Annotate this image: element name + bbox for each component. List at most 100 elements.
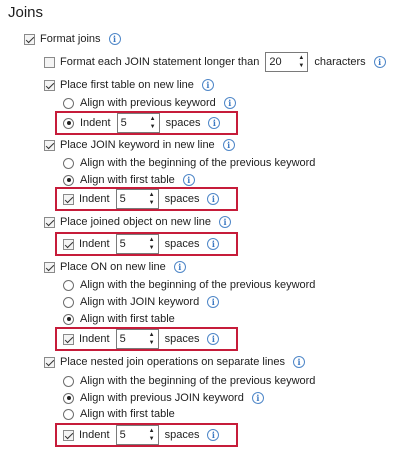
indent-unit: spaces [164, 238, 200, 250]
indent-checkbox[interactable] [63, 238, 74, 250]
joined-object-option[interactable]: Place joined object on new line i [44, 214, 232, 230]
spin-down-icon[interactable]: ▼ [149, 199, 155, 207]
indent-spinner[interactable]: 5 ▲ ▼ [116, 113, 160, 133]
indent-spinner[interactable]: 5 ▲ ▼ [115, 189, 159, 209]
spin-up-icon[interactable]: ▲ [149, 427, 155, 435]
indent-spinner[interactable]: 5 ▲ ▼ [115, 234, 159, 254]
align-previous-join-radio[interactable] [63, 392, 74, 404]
on-newline-option[interactable]: Place ON on new line i [44, 259, 186, 275]
spin-down-icon[interactable]: ▼ [298, 62, 304, 70]
indent-unit: spaces [164, 333, 200, 345]
align-beginning-label: Align with the beginning of the previous… [80, 279, 316, 291]
align-beginning-radio[interactable] [63, 279, 74, 291]
nested-align-previous-join[interactable]: Align with previous JOIN keyword i [63, 390, 264, 406]
joined-object-checkbox[interactable] [44, 216, 55, 228]
nested-indent[interactable]: Indent 5 ▲ ▼ spaces i [63, 424, 220, 446]
on-newline-label: Place ON on new line [60, 261, 166, 273]
join-keyword-checkbox[interactable] [44, 139, 55, 151]
spin-down-icon[interactable]: ▼ [149, 339, 155, 347]
info-icon[interactable]: i [223, 97, 236, 109]
indent-value[interactable]: 5 [117, 330, 146, 348]
spin-down-icon[interactable]: ▼ [149, 435, 155, 443]
join-length-label: Format each JOIN statement longer than [60, 56, 260, 68]
info-icon[interactable]: i [219, 216, 232, 228]
info-icon[interactable]: i [207, 296, 220, 308]
join-length-unit: characters [314, 56, 366, 68]
info-icon[interactable]: i [208, 117, 221, 129]
first-table-align-previous[interactable]: Align with previous keyword i [63, 95, 236, 111]
info-icon[interactable]: i [173, 261, 186, 273]
on-indent[interactable]: Indent 5 ▲ ▼ spaces i [63, 328, 220, 350]
format-joins-option[interactable]: Format joins i [24, 31, 121, 47]
spin-down-icon[interactable]: ▼ [150, 123, 156, 131]
on-align-join-keyword[interactable]: Align with JOIN keyword i [63, 294, 220, 310]
info-icon[interactable]: i [207, 238, 220, 250]
on-align-first-table[interactable]: Align with first table [63, 311, 175, 327]
align-first-table-radio[interactable] [63, 174, 74, 186]
join-length-checkbox[interactable] [44, 56, 55, 68]
indent-spinner[interactable]: 5 ▲ ▼ [115, 329, 159, 349]
indent-radio[interactable] [63, 117, 74, 129]
first-table-label: Place first table on new line [60, 79, 194, 91]
join-keyword-align-first-table[interactable]: Align with first table i [63, 172, 195, 188]
spin-down-icon[interactable]: ▼ [149, 244, 155, 252]
indent-unit: spaces [164, 193, 200, 205]
join-length-spinner[interactable]: 20 ▲ ▼ [265, 52, 309, 72]
align-join-keyword-radio[interactable] [63, 296, 74, 308]
indent-label: Indent [79, 429, 110, 441]
indent-spinner[interactable]: 5 ▲ ▼ [115, 425, 159, 445]
first-table-indent[interactable]: Indent 5 ▲ ▼ spaces i [63, 112, 221, 134]
info-icon[interactable]: i [222, 139, 235, 151]
align-first-table-label: Align with first table [80, 313, 175, 325]
indent-checkbox[interactable] [63, 193, 74, 205]
info-icon[interactable]: i [207, 333, 220, 345]
nested-joins-option[interactable]: Place nested join operations on separate… [44, 354, 306, 370]
info-icon[interactable]: i [201, 79, 214, 91]
nested-align-first-table[interactable]: Align with first table [63, 406, 175, 422]
indent-checkbox[interactable] [63, 429, 74, 441]
spin-up-icon[interactable]: ▲ [298, 54, 304, 62]
indent-value[interactable]: 5 [117, 235, 146, 253]
info-icon[interactable]: i [207, 193, 220, 205]
spin-up-icon[interactable]: ▲ [149, 331, 155, 339]
align-previous-radio[interactable] [63, 97, 74, 109]
first-table-option[interactable]: Place first table on new line i [44, 77, 214, 93]
joined-object-indent[interactable]: Indent 5 ▲ ▼ spaces i [63, 233, 220, 255]
indent-value[interactable]: 5 [118, 114, 147, 132]
info-icon[interactable]: i [182, 174, 195, 186]
info-icon[interactable]: i [207, 429, 220, 441]
align-beginning-label: Align with the beginning of the previous… [80, 375, 316, 387]
indent-unit: spaces [165, 117, 201, 129]
spin-up-icon[interactable]: ▲ [150, 115, 156, 123]
on-newline-checkbox[interactable] [44, 261, 55, 273]
align-first-table-radio[interactable] [63, 313, 74, 325]
indent-value[interactable]: 5 [117, 426, 146, 444]
joined-object-label: Place joined object on new line [60, 216, 212, 228]
indent-label: Indent [79, 333, 110, 345]
section-title: Joins [8, 4, 44, 21]
join-keyword-indent[interactable]: Indent 5 ▲ ▼ spaces i [63, 188, 220, 210]
nested-joins-checkbox[interactable] [44, 356, 55, 368]
join-length-value[interactable]: 20 [266, 53, 295, 71]
align-beginning-radio[interactable] [63, 157, 74, 169]
spin-up-icon[interactable]: ▲ [149, 191, 155, 199]
nested-align-beginning[interactable]: Align with the beginning of the previous… [63, 373, 315, 389]
format-joins-label: Format joins [40, 33, 101, 45]
align-beginning-radio[interactable] [63, 375, 74, 387]
nested-joins-label: Place nested join operations on separate… [60, 356, 286, 368]
info-icon[interactable]: i [108, 33, 121, 45]
first-table-checkbox[interactable] [44, 79, 55, 91]
join-keyword-option[interactable]: Place JOIN keyword in new line i [44, 137, 235, 153]
on-align-beginning[interactable]: Align with the beginning of the previous… [63, 277, 315, 293]
info-icon[interactable]: i [293, 356, 306, 368]
join-length-option[interactable]: Format each JOIN statement longer than 2… [44, 52, 386, 72]
spin-up-icon[interactable]: ▲ [149, 236, 155, 244]
info-icon[interactable]: i [251, 392, 264, 404]
info-icon[interactable]: i [373, 56, 386, 68]
indent-checkbox[interactable] [63, 333, 74, 345]
align-first-table-radio[interactable] [63, 408, 74, 420]
align-first-table-label: Align with first table [80, 174, 175, 186]
format-joins-checkbox[interactable] [24, 33, 35, 45]
join-keyword-align-beginning[interactable]: Align with the beginning of the previous… [63, 155, 315, 171]
indent-value[interactable]: 5 [117, 190, 146, 208]
